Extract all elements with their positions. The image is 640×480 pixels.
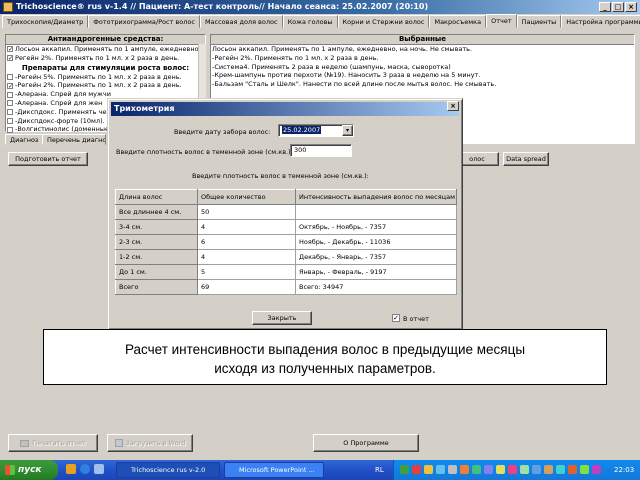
tab-mass-fraction[interactable]: Массовая доля волос <box>199 15 283 28</box>
prepare-report-button[interactable]: Подготовить отчет <box>8 152 88 166</box>
task-powerpoint[interactable]: Microsoft PowerPoint ... <box>224 462 324 478</box>
stimulants-title: Препараты для стимуляции роста волос: <box>6 62 205 73</box>
browser-icon[interactable] <box>80 464 90 474</box>
density-label: Введите плотность волос в теменной зоне … <box>116 148 293 156</box>
data-spread-button[interactable]: Data spread <box>503 152 549 166</box>
tray-icon-8[interactable] <box>484 465 493 474</box>
tray-icon-1[interactable] <box>400 465 409 474</box>
tray-icon-10[interactable] <box>508 465 517 474</box>
tray-icon-5[interactable] <box>448 465 457 474</box>
word-icon <box>114 439 123 447</box>
table-row: Все длиннее 4 см. 50 <box>115 204 457 220</box>
checkbox[interactable] <box>7 109 13 116</box>
header-length: Длина волос <box>115 189 198 205</box>
task-trichoscience[interactable]: Trichoscience rus v-2.0 <box>116 462 220 478</box>
list-item[interactable]: Лосьон аккапил. Применять по 1 ампуле, е… <box>211 45 634 54</box>
tray-icon-6[interactable] <box>460 465 469 474</box>
checkbox[interactable] <box>7 91 13 98</box>
table-row: 1-2 см. 4 Декабрь, - Январь, - 7357 <box>115 249 457 265</box>
dialog-close-icon[interactable]: × <box>447 101 459 111</box>
tab-diagnosis-list[interactable]: Перечень диагнозо <box>42 134 106 145</box>
list-item[interactable]: -Регейн 5%. Применять по 1 мл. х 2 раза … <box>6 73 205 82</box>
window-title: Trichoscience® rus v-1.4 // Пациент: А-т… <box>0 0 640 14</box>
list-item[interactable]: -Регейн 2%. Применять по 1 мл. х 2 раза … <box>211 54 634 63</box>
tray-icon-12[interactable] <box>532 465 541 474</box>
tray-icon-2[interactable] <box>412 465 421 474</box>
tab-diagnosis[interactable]: Диагноз <box>5 134 44 145</box>
close-button[interactable]: × <box>625 2 637 12</box>
windows-logo-icon <box>5 465 15 475</box>
report-checkbox[interactable]: ✓ <box>392 314 400 322</box>
desktop-icon[interactable] <box>94 464 104 474</box>
tab-settings[interactable]: Настройка программы <box>561 15 640 28</box>
table-row: Всего 69 Всего: 34947 <box>115 279 457 295</box>
header-intensity: Интенсивность выпадения волос по месяцам <box>295 189 457 205</box>
checkbox[interactable] <box>7 126 13 133</box>
tab-phototrichogram[interactable]: Фототрихограмма/Рост волос <box>88 15 200 28</box>
load-word-button[interactable]: Загрузить в Word <box>107 434 193 452</box>
list-item[interactable]: ✓ -Регейн 2%. Применять по 1 мл. х 2 раза… <box>6 81 205 90</box>
tab-patients[interactable]: Пациенты <box>516 15 562 28</box>
calendar-dropdown-icon[interactable]: ▾ <box>342 125 353 136</box>
list-item[interactable]: -Крем-шампунь против перхоти (№19). Нано… <box>211 71 634 80</box>
tray-icon-16[interactable] <box>580 465 589 474</box>
minimize-button[interactable]: _ <box>599 2 611 12</box>
tab-scalp[interactable]: Кожа головы <box>282 15 338 28</box>
close-dialog-button[interactable]: Закрыть <box>252 311 312 325</box>
antiandrogen-title: Антиандрогенные средства: <box>6 35 205 45</box>
dialog-title: Трихометрия <box>111 102 459 116</box>
checkbox[interactable] <box>7 117 13 124</box>
checkbox[interactable]: ✓ <box>7 46 13 53</box>
print-report-button[interactable]: Печатать отчет <box>8 434 98 452</box>
list-item[interactable]: -Система4. Применять 2 раза в неделю (ша… <box>211 63 634 72</box>
tray-icon-4[interactable] <box>436 465 445 474</box>
main-tabs: Трихоскопия/Диаметр Фототрихограмма/Рост… <box>2 14 640 28</box>
slide-caption: Расчет интенсивности выпадения волос в п… <box>43 329 607 385</box>
checkbox[interactable]: ✓ <box>7 82 13 89</box>
list-item[interactable]: ✓ Регейн 2%. Применять по 1 мл. х 2 раза … <box>6 54 205 63</box>
checkbox[interactable]: ✓ <box>7 55 13 62</box>
checkbox[interactable] <box>7 100 13 107</box>
about-button[interactable]: О Программе <box>313 434 419 452</box>
report-checkbox-label: В отчет <box>403 315 429 323</box>
table-header: Длина волос Общее количество Интенсивнос… <box>115 189 457 205</box>
list-item[interactable]: -Бальзам "Сталь и Шелк". Нанести по всей… <box>211 80 634 89</box>
checkbox[interactable] <box>7 73 13 80</box>
app-icon <box>3 2 13 12</box>
list-item[interactable]: ✓ Лосьон аккапил. Применять по 1 ампуле, … <box>6 45 205 54</box>
table-row: До 1 см. 5 Январь, - Февраль, - 9197 <box>115 264 457 280</box>
table-row: 3-4 см. 4 Октябрь, - Ноябрь, - 7357 <box>115 219 457 235</box>
tray-icon-7[interactable] <box>472 465 481 474</box>
tray-icon-17[interactable] <box>592 465 601 474</box>
grid-caption: Введите плотность волос в теменной зоне … <box>192 172 369 180</box>
density-field[interactable]: 300 <box>290 144 352 157</box>
selected-title: Выбранные <box>211 35 634 45</box>
tray-icon-14[interactable] <box>556 465 565 474</box>
tray-icon-15[interactable] <box>568 465 577 474</box>
tray-icon-9[interactable] <box>496 465 505 474</box>
tab-report[interactable]: Отчет <box>486 14 517 28</box>
tab-macro[interactable]: Макросъемка <box>429 15 487 28</box>
tab-trichoscopy[interactable]: Трихоскопия/Диаметр <box>2 15 89 28</box>
header-count: Общее количество <box>197 189 296 205</box>
trichometry-dialog: Трихометрия × Введите дату забора волос:… <box>107 98 463 330</box>
tab-roots[interactable]: Корни и Стержни волос <box>337 15 430 28</box>
table-row: 2-3 см. 6 Ноябрь, - Декабрь, - 11036 <box>115 234 457 250</box>
tray-icon-3[interactable] <box>424 465 433 474</box>
language-indicator[interactable]: RL <box>375 466 384 474</box>
tray-icon-11[interactable] <box>520 465 529 474</box>
date-label: Введите дату забора волос: <box>174 128 271 136</box>
trichometry-table: Длина волос Общее количество Интенсивнос… <box>115 189 457 295</box>
printer-icon <box>20 439 30 447</box>
tray-icon-13[interactable] <box>544 465 553 474</box>
maximize-button[interactable]: □ <box>612 2 624 12</box>
clock: 22:03 <box>614 466 635 474</box>
quicklaunch-icon[interactable] <box>66 464 76 474</box>
